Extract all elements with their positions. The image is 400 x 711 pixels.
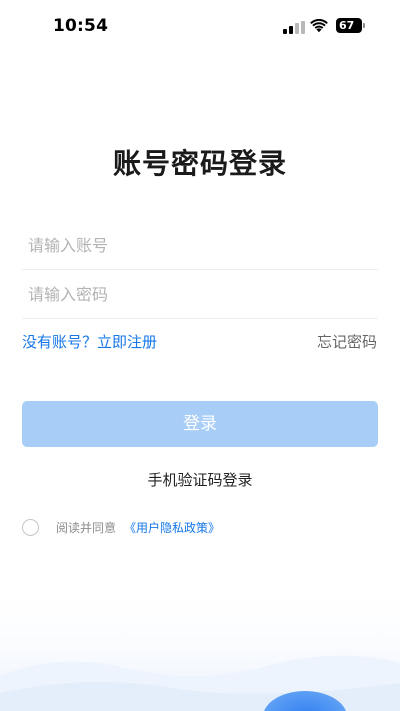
status-bar: 10:54 67 (0, 0, 400, 54)
page-title: 账号密码登录 (112, 147, 287, 180)
login-button[interactable]: 登录 (22, 401, 378, 447)
password-input[interactable] (22, 271, 378, 318)
account-field[interactable] (22, 222, 378, 270)
status-time: 10:54 (53, 16, 109, 36)
decorative-background (0, 581, 400, 711)
password-field[interactable] (22, 271, 378, 319)
cellular-signal-icon (283, 21, 305, 34)
agreement-text: 阅读并同意 (56, 520, 117, 535)
agreement-row: 阅读并同意 《用户隐私政策》 (22, 518, 220, 536)
login-screen: 10:54 67 账号密码登录 没有账号？立即注册 忘记密码 登录 手机验证码登… (0, 0, 400, 711)
sms-login-link[interactable]: 手机验证码登录 (0, 469, 400, 490)
agreement-checkbox[interactable] (22, 518, 39, 536)
register-link[interactable]: 没有账号？立即注册 (22, 331, 157, 352)
wifi-icon (310, 19, 328, 33)
battery-cap (363, 23, 365, 28)
privacy-policy-link[interactable]: 《用户隐私政策》 (124, 519, 220, 536)
account-input[interactable] (22, 222, 378, 269)
battery-icon: 67 (336, 18, 362, 33)
forgot-password-link[interactable]: 忘记密码 (317, 331, 377, 352)
